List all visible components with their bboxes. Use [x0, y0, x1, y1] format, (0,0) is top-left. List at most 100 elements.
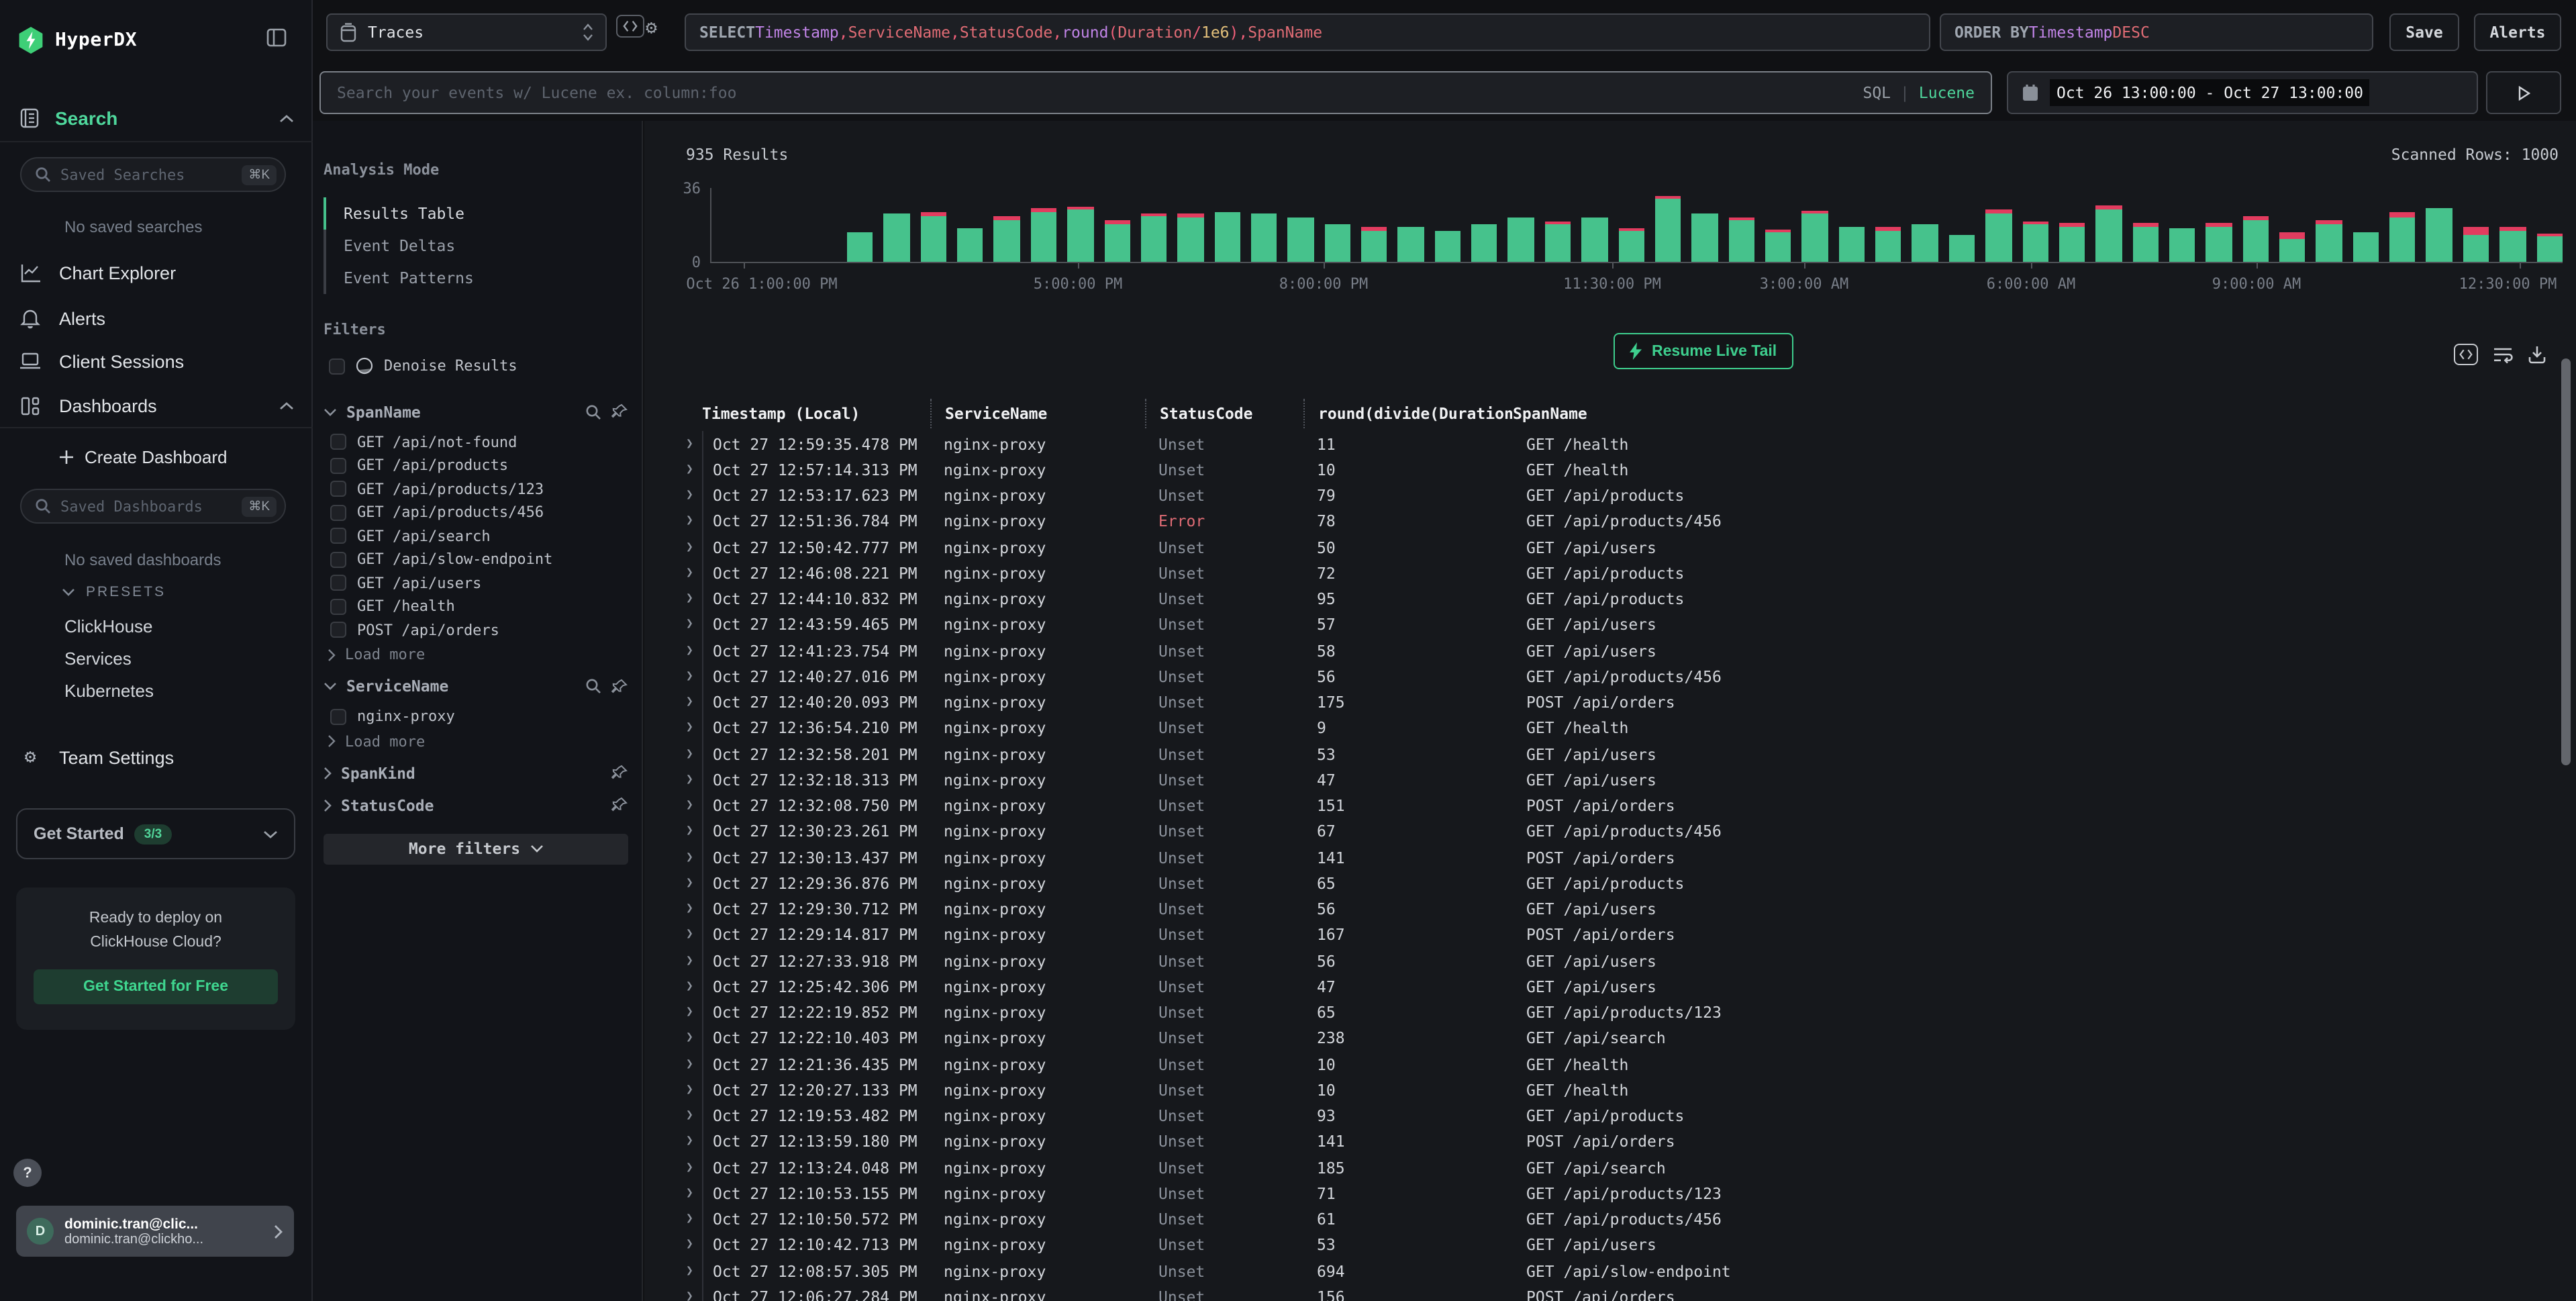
filter-checkbox-item[interactable]: GET /api/not-found	[330, 430, 628, 454]
row-expand-icon[interactable]: ❯	[686, 922, 702, 949]
row-expand-icon[interactable]: ❯	[686, 431, 702, 457]
filter-checkbox-item[interactable]: GET /api/search	[330, 524, 628, 548]
row-expand-icon[interactable]: ❯	[686, 871, 702, 897]
checkbox[interactable]	[330, 505, 346, 521]
table-row[interactable]: ❯Oct 27 12:43:59.465 PMnginx-proxyUnset5…	[686, 612, 2576, 638]
col-timestamp[interactable]: Timestamp (Local)	[702, 399, 930, 428]
checkbox[interactable]	[330, 481, 346, 497]
sidebar-item-team-settings[interactable]: ⚙ Team Settings	[19, 740, 294, 775]
chevron-down-icon[interactable]	[324, 682, 337, 690]
table-row[interactable]: ❯Oct 27 12:32:58.201 PMnginx-proxyUnset5…	[686, 741, 2576, 767]
chart-bar[interactable]	[2499, 228, 2526, 262]
analysis-mode-tab-event-patterns[interactable]: Event Patterns	[324, 262, 628, 294]
row-expand-icon[interactable]: ❯	[686, 767, 702, 793]
checkbox[interactable]	[330, 599, 346, 615]
row-expand-icon[interactable]: ❯	[686, 1155, 702, 1181]
search-icon[interactable]	[585, 678, 601, 694]
sidebar-item-client-sessions[interactable]: Client Sessions	[19, 344, 294, 379]
row-expand-icon[interactable]: ❯	[686, 948, 702, 974]
preset-services[interactable]: Services	[64, 648, 132, 669]
chart-bar[interactable]	[1104, 220, 1130, 262]
edit-sql-icon[interactable]	[616, 15, 644, 38]
table-row[interactable]: ❯Oct 27 12:10:53.155 PMnginx-proxyUnset7…	[686, 1181, 2576, 1207]
help-button[interactable]: ?	[13, 1159, 42, 1187]
table-row[interactable]: ❯Oct 27 12:44:10.832 PMnginx-proxyUnset9…	[686, 586, 2576, 612]
col-statuscode[interactable]: StatusCode	[1145, 399, 1303, 428]
table-row[interactable]: ❯Oct 27 12:06:27.284 PMnginx-proxyUnset1…	[686, 1284, 2576, 1301]
checkbox[interactable]	[330, 434, 346, 450]
chevron-down-icon[interactable]	[324, 407, 337, 416]
sql-toggle[interactable]: SQL	[1863, 83, 1891, 102]
chart-bar[interactable]	[920, 211, 946, 262]
table-row[interactable]: ❯Oct 27 12:29:14.817 PMnginx-proxyUnset1…	[686, 922, 2576, 949]
table-row[interactable]: ❯Oct 27 12:10:50.572 PMnginx-proxyUnset6…	[686, 1206, 2576, 1233]
sidebar-item-chart-explorer[interactable]: Chart Explorer	[19, 255, 294, 290]
filter-checkbox-item[interactable]: GET /api/products	[330, 454, 628, 477]
gear-icon[interactable]: ⚙	[646, 17, 657, 39]
chevron-up-icon[interactable]	[279, 401, 294, 410]
row-expand-icon[interactable]: ❯	[686, 1233, 702, 1259]
source-code-icon[interactable]	[2454, 344, 2478, 365]
chevron-up-icon[interactable]	[279, 113, 294, 123]
checkbox[interactable]	[329, 358, 345, 375]
chart-bar[interactable]	[1471, 224, 1497, 262]
sidebar-item-dashboards[interactable]: Dashboards	[19, 388, 294, 423]
chart-bar[interactable]	[1324, 224, 1350, 262]
chart-bar[interactable]	[884, 213, 910, 262]
row-expand-icon[interactable]: ❯	[686, 716, 702, 742]
table-row[interactable]: ❯Oct 27 12:53:17.623 PMnginx-proxyUnset7…	[686, 483, 2576, 509]
table-row[interactable]: ❯Oct 27 12:30:13.437 PMnginx-proxyUnset1…	[686, 845, 2576, 871]
presets-toggle[interactable]: PRESETS	[62, 584, 166, 600]
table-row[interactable]: ❯Oct 27 12:27:33.918 PMnginx-proxyUnset5…	[686, 948, 2576, 974]
checkbox[interactable]	[330, 458, 346, 474]
analysis-mode-tab-results-table[interactable]: Results Table	[324, 197, 628, 230]
lucene-toggle[interactable]: Lucene	[1919, 83, 1975, 102]
pin-icon[interactable]	[611, 764, 628, 781]
col-spanname[interactable]: SpanName	[1513, 399, 2576, 428]
run-query-button[interactable]	[2486, 71, 2561, 114]
row-expand-icon[interactable]: ❯	[686, 664, 702, 690]
load-more-button[interactable]: Load more	[328, 732, 628, 750]
download-icon[interactable]	[2528, 345, 2546, 364]
chart-bar[interactable]	[2536, 234, 2563, 262]
sidebar-item-search[interactable]: Search	[19, 107, 294, 129]
table-row[interactable]: ❯Oct 27 12:59:35.478 PMnginx-proxyUnset1…	[686, 431, 2576, 457]
get-started-free-button[interactable]: Get Started for Free	[34, 969, 278, 1004]
chart-bar[interactable]	[1288, 218, 1314, 262]
chart-bar[interactable]	[957, 228, 983, 262]
chart-bar[interactable]	[2059, 224, 2085, 262]
select-query-input[interactable]: SELECT Timestamp,ServiceName,StatusCode,…	[685, 13, 1930, 51]
chart-bar[interactable]	[994, 216, 1020, 262]
chart-bar[interactable]	[1765, 230, 1791, 262]
row-expand-icon[interactable]: ❯	[686, 483, 702, 509]
table-row[interactable]: ❯Oct 27 12:21:36.435 PMnginx-proxyUnset1…	[686, 1051, 2576, 1077]
chevron-right-icon[interactable]	[324, 798, 332, 812]
chart-bar[interactable]	[2316, 220, 2342, 262]
source-select[interactable]: Traces	[326, 13, 607, 51]
row-expand-icon[interactable]: ❯	[686, 1258, 702, 1284]
filter-checkbox-item[interactable]: POST /api/orders	[330, 618, 628, 642]
filter-checkbox-item[interactable]: GET /health	[330, 595, 628, 618]
chart-bar[interactable]	[1435, 230, 1461, 262]
table-row[interactable]: ❯Oct 27 12:40:20.093 PMnginx-proxyUnset1…	[686, 689, 2576, 716]
chart-bar[interactable]	[2426, 207, 2453, 262]
chart-bar[interactable]	[1214, 211, 1240, 262]
table-row[interactable]: ❯Oct 27 12:10:42.713 PMnginx-proxyUnset5…	[686, 1233, 2576, 1259]
table-row[interactable]: ❯Oct 27 12:46:08.221 PMnginx-proxyUnset7…	[686, 561, 2576, 587]
date-range-picker[interactable]: Oct 26 13:00:00 - Oct 27 13:00:00	[2007, 71, 2478, 114]
chart-bar[interactable]	[1692, 213, 1718, 262]
chart-bar[interactable]	[1361, 226, 1387, 262]
filter-checkbox-item[interactable]: GET /api/products/456	[330, 501, 628, 524]
chart-bar[interactable]	[2169, 228, 2195, 262]
table-row[interactable]: ❯Oct 27 12:13:24.048 PMnginx-proxyUnset1…	[686, 1155, 2576, 1181]
preset-clickhouse[interactable]: ClickHouse	[64, 616, 153, 636]
table-row[interactable]: ❯Oct 27 12:13:59.180 PMnginx-proxyUnset1…	[686, 1129, 2576, 1155]
collapse-sidebar-icon[interactable]	[266, 27, 287, 48]
pin-icon[interactable]	[611, 677, 628, 695]
chart-bar[interactable]	[2095, 205, 2122, 262]
chart-bar[interactable]	[1618, 228, 1644, 262]
table-row[interactable]: ❯Oct 27 12:36:54.210 PMnginx-proxyUnset9…	[686, 716, 2576, 742]
more-filters-button[interactable]: More filters	[324, 833, 628, 864]
table-row[interactable]: ❯Oct 27 12:51:36.784 PMnginx-proxyError7…	[686, 509, 2576, 535]
chart-bar[interactable]	[1545, 221, 1571, 262]
